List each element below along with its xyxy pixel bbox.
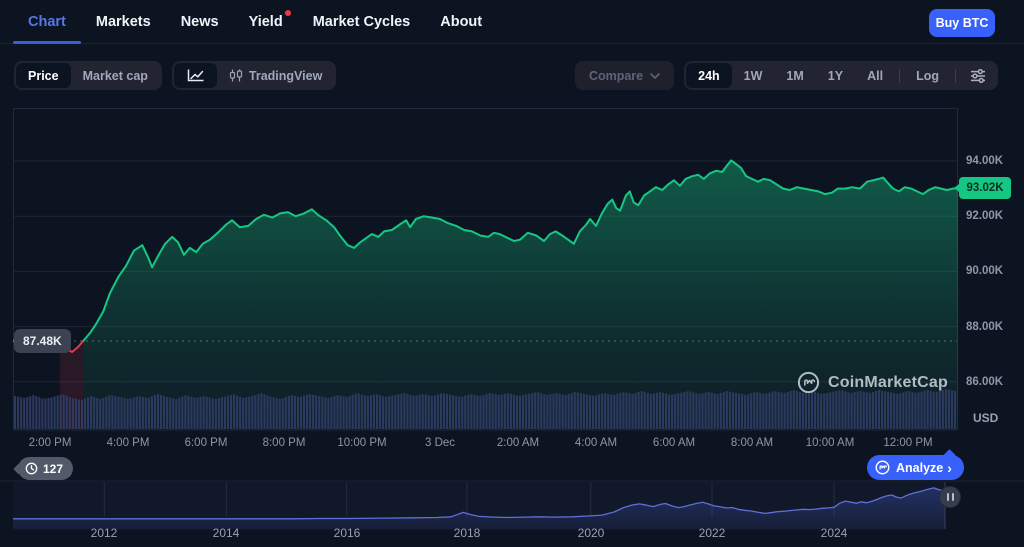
cmc-chat-icon bbox=[875, 460, 890, 475]
y-axis-label: 94.00K bbox=[966, 155, 1003, 167]
x-axis-label: 12:00 PM bbox=[883, 437, 932, 449]
x-axis-label: 4:00 PM bbox=[107, 437, 150, 449]
minimap-year-label: 2012 bbox=[91, 526, 118, 540]
x-axis-label: 6:00 AM bbox=[653, 437, 695, 449]
x-axis-label: 3 Dec bbox=[425, 437, 455, 449]
minimap-year-label: 2020 bbox=[578, 526, 605, 540]
minimap-year-label: 2014 bbox=[213, 526, 240, 540]
x-axis-label: 2:00 AM bbox=[497, 437, 539, 449]
x-axis-label: 8:00 PM bbox=[263, 437, 306, 449]
coinmarketcap-logo-icon bbox=[797, 371, 820, 394]
x-axis-label: 10:00 PM bbox=[337, 437, 386, 449]
x-axis-label: 2:00 PM bbox=[29, 437, 72, 449]
x-axis-label: 6:00 PM bbox=[185, 437, 228, 449]
minimap-year-label: 2024 bbox=[821, 526, 848, 540]
chevron-right-icon: › bbox=[947, 460, 952, 476]
x-axis-label: 4:00 AM bbox=[575, 437, 617, 449]
y-axis-label: 88.00K bbox=[966, 321, 1003, 333]
open-price-badge: 87.48K bbox=[14, 329, 71, 353]
x-axis-label: 10:00 AM bbox=[806, 437, 855, 449]
y-axis-label: 92.00K bbox=[966, 210, 1003, 222]
y-axis-label: 86.00K bbox=[966, 376, 1003, 388]
y-axis-label: 90.00K bbox=[966, 265, 1003, 277]
candle-count-value: 127 bbox=[43, 462, 63, 476]
history-clock-icon bbox=[25, 462, 38, 475]
current-price-badge: 93.02K bbox=[959, 177, 1011, 199]
minimap-year-label: 2016 bbox=[334, 526, 361, 540]
watermark-text: CoinMarketCap bbox=[828, 374, 948, 392]
usd-label: USD bbox=[973, 411, 998, 425]
analyze-label: Analyze bbox=[896, 461, 943, 475]
x-axis-label: 8:00 AM bbox=[731, 437, 773, 449]
brush-handle[interactable] bbox=[939, 486, 961, 508]
minimap-year-label: 2018 bbox=[454, 526, 481, 540]
analyze-button[interactable]: Analyze › bbox=[867, 455, 964, 480]
page-root: ChartMarketsNewsYieldMarket CyclesAbout … bbox=[0, 0, 1024, 547]
candle-count-badge[interactable]: 127 bbox=[18, 457, 73, 480]
minimap-year-label: 2022 bbox=[699, 526, 726, 540]
watermark: CoinMarketCap bbox=[797, 371, 948, 394]
minimap-chart[interactable] bbox=[0, 481, 1024, 530]
pause-bars-icon bbox=[947, 493, 949, 501]
